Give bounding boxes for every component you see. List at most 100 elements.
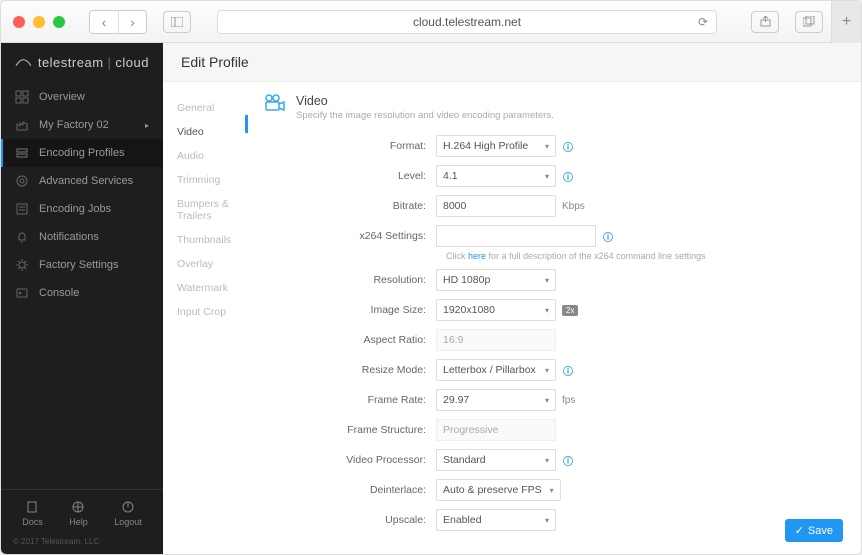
chevron-down-icon: ▾ [545, 172, 549, 181]
resize-select[interactable]: Letterbox / Pillarbox▾ [436, 359, 556, 381]
new-tab-button[interactable]: + [831, 1, 861, 43]
sidebar-item-advanced-services[interactable]: Advanced Services [1, 167, 163, 195]
sidebar-item-overview[interactable]: Overview [1, 83, 163, 111]
logout-icon [121, 500, 135, 514]
resize-label: Resize Mode: [264, 364, 436, 376]
chevron-right-icon: ▸ [145, 121, 149, 130]
app: telestream | cloud Overview My Factory 0… [1, 43, 861, 555]
sidebar-item-label: Advanced Services [39, 175, 133, 187]
video-section: Video Specify the image resolution and v… [248, 82, 861, 555]
section-title: Video [296, 94, 554, 108]
imagesize-select[interactable]: 1920x1080▾ [436, 299, 556, 321]
subnav-watermark[interactable]: Watermark [177, 276, 245, 300]
docs-icon [25, 500, 39, 514]
subnav: General Video Audio Trimming Bumpers & T… [163, 82, 245, 555]
console-icon [15, 286, 29, 300]
x264-label: x264 Settings: [264, 230, 436, 242]
sidebar-item-factory[interactable]: My Factory 02 ▸ [1, 111, 163, 139]
badge-2x: 2x [562, 305, 578, 316]
gear-icon [15, 258, 29, 272]
sidebar-nav: Overview My Factory 02 ▸ Encoding Profile… [1, 81, 163, 489]
sidebar-item-encoding-jobs[interactable]: Encoding Jobs [1, 195, 163, 223]
info-icon[interactable]: ⓘ [562, 170, 574, 182]
upscale-label: Upscale: [264, 514, 436, 526]
framerate-select[interactable]: 29.97▾ [436, 389, 556, 411]
subnav-general[interactable]: General [177, 96, 245, 120]
subnav-input-crop[interactable]: Input Crop [177, 300, 245, 324]
profiles-icon [15, 146, 29, 160]
help-icon [71, 500, 85, 514]
chevron-down-icon: ▾ [545, 456, 549, 465]
docs-button[interactable]: Docs [22, 500, 43, 527]
brand: telestream | cloud [1, 43, 163, 81]
sidebar: telestream | cloud Overview My Factory 0… [1, 43, 163, 555]
share-button[interactable] [751, 11, 779, 33]
brand-suffix: cloud [115, 55, 149, 70]
upscale-select[interactable]: Enabled▾ [436, 509, 556, 531]
minimize-window-button[interactable] [33, 16, 45, 28]
format-select[interactable]: H.264 High Profile▾ [436, 135, 556, 157]
info-icon[interactable]: ⓘ [562, 454, 574, 466]
subnav-audio[interactable]: Audio [177, 144, 245, 168]
chevron-down-icon: ▾ [545, 276, 549, 285]
sidebar-footer: Docs Help Logout [1, 489, 163, 533]
browser-chrome: ‹ › cloud.telestream.net ⟳ + [1, 1, 861, 43]
reload-icon[interactable]: ⟳ [698, 15, 708, 29]
sidebar-toggle-button[interactable] [163, 11, 191, 33]
traffic-lights [13, 16, 65, 28]
sidebar-item-label: Notifications [39, 231, 99, 243]
subnav-bumpers[interactable]: Bumpers & Trailers [177, 192, 245, 228]
sidebar-item-factory-settings[interactable]: Factory Settings [1, 251, 163, 279]
format-label: Format: [264, 140, 436, 152]
imagesize-label: Image Size: [264, 304, 436, 316]
close-window-button[interactable] [13, 16, 25, 28]
sidebar-item-label: My Factory 02 [39, 119, 109, 131]
main: Edit Profile ×Esc General Video Audio Tr… [163, 43, 861, 555]
maximize-window-button[interactable] [53, 16, 65, 28]
docs-label: Docs [22, 517, 43, 527]
processor-label: Video Processor: [264, 454, 436, 466]
url-text: cloud.telestream.net [413, 15, 521, 29]
info-icon[interactable]: ⓘ [562, 140, 574, 152]
resolution-label: Resolution: [264, 274, 436, 286]
logout-label: Logout [114, 517, 142, 527]
info-icon[interactable]: ⓘ [602, 230, 614, 242]
aspect-field: 16:9 [436, 329, 556, 351]
level-label: Level: [264, 170, 436, 182]
bitrate-label: Bitrate: [264, 200, 436, 212]
chevron-down-icon: ▾ [550, 486, 554, 495]
forward-button[interactable]: › [118, 11, 146, 33]
framerate-label: Frame Rate: [264, 394, 436, 406]
sidebar-item-label: Factory Settings [39, 259, 118, 271]
processor-select[interactable]: Standard▾ [436, 449, 556, 471]
framerate-unit: fps [562, 395, 575, 406]
subnav-thumbnails[interactable]: Thumbnails [177, 228, 245, 252]
x264-input[interactable] [436, 225, 596, 247]
x264-hint-link[interactable]: here [468, 251, 486, 261]
video-camera-icon [264, 94, 286, 117]
sidebar-item-console[interactable]: Console [1, 279, 163, 307]
subnav-overlay[interactable]: Overlay [177, 252, 245, 276]
jobs-icon [15, 202, 29, 216]
level-select[interactable]: 4.1▾ [436, 165, 556, 187]
sidebar-item-notifications[interactable]: Notifications [1, 223, 163, 251]
chevron-down-icon: ▾ [545, 366, 549, 375]
help-button[interactable]: Help [69, 500, 88, 527]
resolution-select[interactable]: HD 1080p▾ [436, 269, 556, 291]
page-header: Edit Profile [163, 43, 861, 81]
url-bar[interactable]: cloud.telestream.net ⟳ [217, 10, 717, 34]
subnav-video[interactable]: Video [177, 120, 245, 144]
aspect-label: Aspect Ratio: [264, 334, 436, 346]
info-icon[interactable]: ⓘ [562, 364, 574, 376]
logout-button[interactable]: Logout [114, 500, 142, 527]
page-title: Edit Profile [181, 54, 249, 70]
bitrate-input[interactable]: 8000 [436, 195, 556, 217]
factory-icon [15, 118, 29, 132]
tabs-button[interactable] [795, 11, 823, 33]
sidebar-item-encoding-profiles[interactable]: Encoding Profiles [1, 139, 163, 167]
subnav-trimming[interactable]: Trimming [177, 168, 245, 192]
back-button[interactable]: ‹ [90, 11, 118, 33]
save-button[interactable]: ✓ Save [785, 519, 843, 542]
deinterlace-select[interactable]: Auto & preserve FPS▾ [436, 479, 561, 501]
sidebar-item-label: Overview [39, 91, 85, 103]
